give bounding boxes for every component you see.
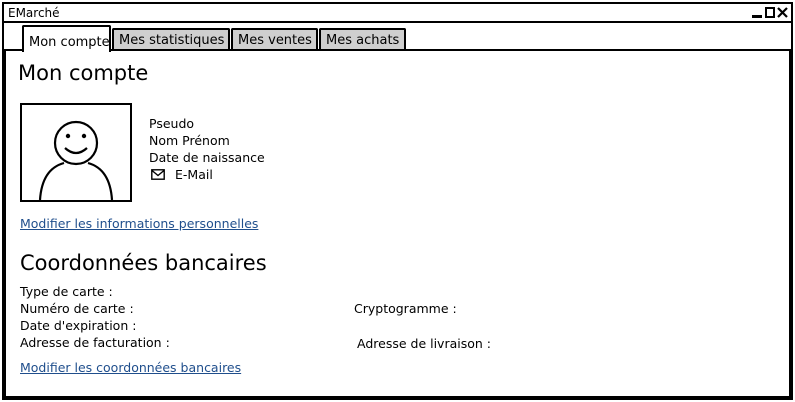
tab-content: Mon compte Pseudo Nom Prénom Date de nai…: [4, 51, 791, 398]
pseudo-text: Pseudo: [149, 116, 195, 131]
maximize-icon[interactable]: [765, 7, 775, 22]
birthdate-text: Date de naissance: [149, 150, 265, 165]
app-window: EMarché Mon compte Mes statistiques Mes …: [2, 2, 793, 400]
tab-mes-statistiques[interactable]: Mes statistiques: [112, 28, 230, 49]
cryptogram-label: Cryptogramme :: [354, 301, 457, 316]
card-number-label: Numéro de carte :: [20, 301, 134, 316]
tab-mes-ventes[interactable]: Mes ventes: [231, 28, 318, 49]
account-heading: Mon compte: [18, 61, 149, 85]
bank-heading: Coordonnées bancaires: [20, 251, 267, 275]
tab-mes-achats[interactable]: Mes achats: [319, 28, 406, 49]
edit-personal-info-link[interactable]: Modifier les informations personnelles: [20, 216, 258, 231]
title-bar: EMarché: [4, 4, 791, 23]
tab-label: Mon compte: [29, 35, 110, 50]
card-type-label: Type de carte :: [20, 284, 113, 299]
tab-label: Mes ventes: [238, 33, 312, 48]
name-text: Nom Prénom: [149, 133, 230, 148]
envelope-icon: [151, 168, 165, 183]
window-title: EMarché: [8, 6, 60, 20]
minimize-icon[interactable]: [752, 7, 762, 22]
email-text: E-Mail: [175, 167, 213, 182]
user-avatar-icon: [38, 120, 114, 201]
tab-mon-compte[interactable]: Mon compte: [22, 25, 111, 52]
delivery-address-label: Adresse de livraison :: [357, 336, 491, 351]
avatar: [20, 103, 132, 202]
edit-bank-details-link[interactable]: Modifier les coordonnées bancaires: [20, 360, 241, 375]
billing-address-label: Adresse de facturation :: [20, 335, 170, 350]
expiry-label: Date d'expiration :: [20, 318, 137, 333]
tab-label: Mes statistiques: [119, 33, 225, 48]
close-icon[interactable]: [777, 7, 788, 22]
tab-label: Mes achats: [326, 33, 400, 48]
